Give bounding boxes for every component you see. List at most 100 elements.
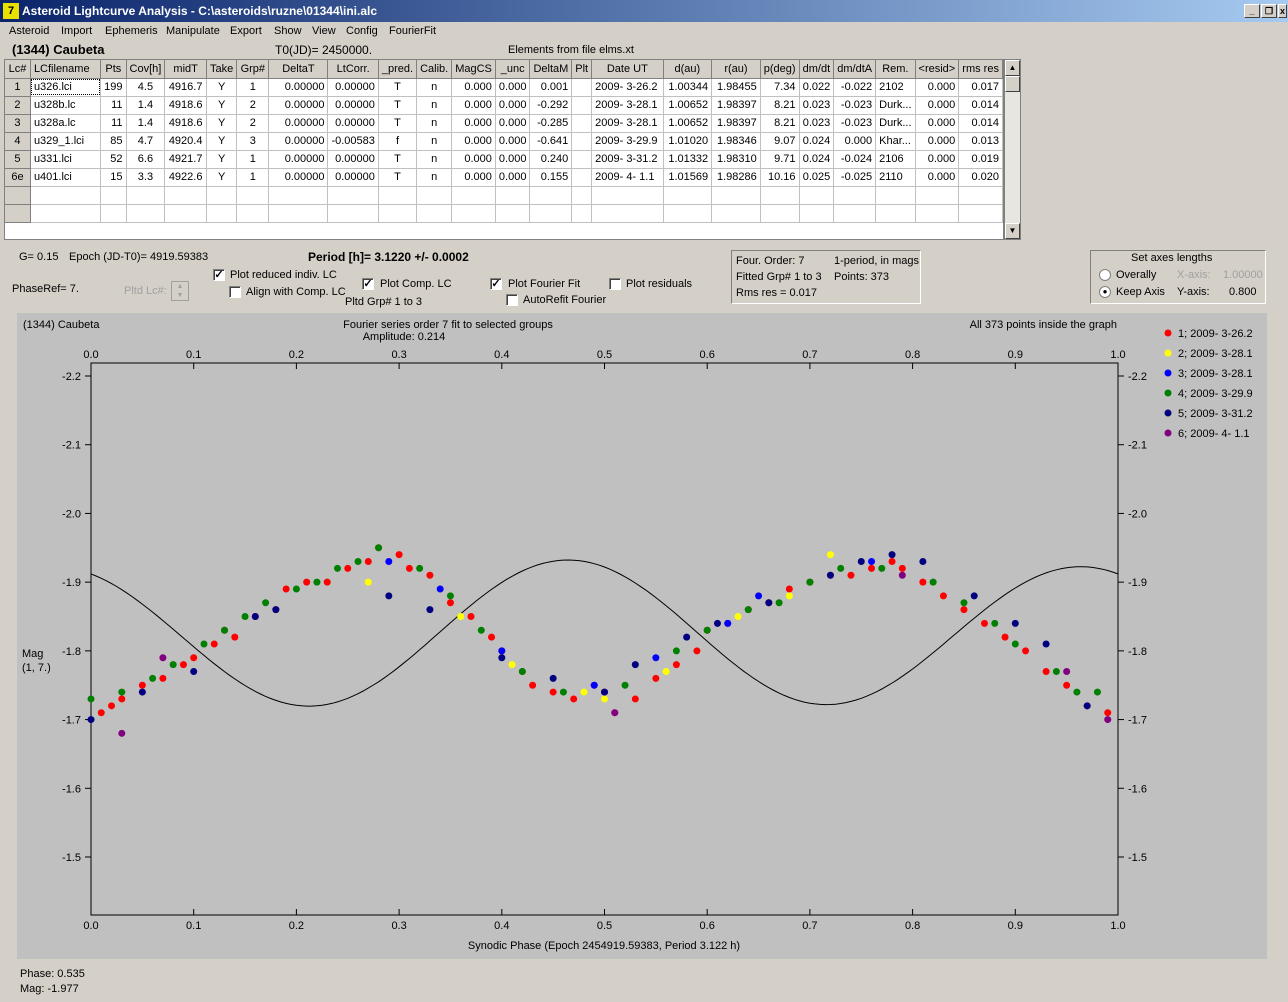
- table-cell[interactable]: 0.00000: [327, 96, 379, 115]
- table-cell[interactable]: 3.3: [126, 168, 166, 187]
- minimize-button[interactable]: _: [1244, 4, 1260, 18]
- table-cell[interactable]: T: [378, 96, 418, 115]
- table-cell[interactable]: n: [416, 150, 453, 169]
- table-row[interactable]: 2 u328b.lc 11 1.4 4918.6 Y 2 0.00000 0.00000 Tn 0.…: [5, 96, 1003, 115]
- table-cell[interactable]: Y: [206, 114, 238, 133]
- table-cell[interactable]: 0.000: [451, 132, 496, 151]
- table-cell[interactable]: 0.000: [495, 96, 531, 115]
- column-header[interactable]: _pred.: [378, 60, 418, 79]
- menu-fourierfit[interactable]: FourierFit: [389, 25, 436, 37]
- row-header[interactable]: [5, 186, 31, 205]
- table-cell[interactable]: [591, 204, 664, 223]
- table-cell[interactable]: 0.000: [495, 150, 531, 169]
- table-cell[interactable]: 1.98397: [711, 114, 761, 133]
- table-cell[interactable]: [833, 204, 877, 223]
- table-cell[interactable]: [915, 186, 960, 205]
- table-cell[interactable]: [164, 204, 207, 223]
- table-cell[interactable]: T: [378, 114, 418, 133]
- table-cell[interactable]: [100, 186, 127, 205]
- table-cell[interactable]: [958, 204, 1003, 223]
- row-header[interactable]: [5, 204, 31, 223]
- table-cell[interactable]: -0.024: [833, 150, 877, 169]
- table-cell[interactable]: 0.000: [833, 132, 877, 151]
- table-cell[interactable]: 9.71: [760, 150, 800, 169]
- table-cell[interactable]: 2009- 3-26.2: [591, 78, 664, 97]
- table-cell[interactable]: 0.000: [915, 168, 960, 187]
- column-header[interactable]: Pts: [100, 60, 127, 79]
- table-cell[interactable]: 2106: [875, 150, 916, 169]
- table-cell[interactable]: -0.00583: [327, 132, 379, 151]
- table-cell[interactable]: [663, 204, 713, 223]
- row-header[interactable]: 6e: [5, 168, 31, 187]
- column-header[interactable]: Cov[h]: [126, 60, 166, 79]
- table-cell[interactable]: [378, 204, 418, 223]
- table-cell[interactable]: 4916.7: [164, 78, 207, 97]
- scroll-up-icon[interactable]: ▲: [1005, 60, 1020, 76]
- table-cell[interactable]: 0.020: [958, 168, 1003, 187]
- autorefit-checkbox[interactable]: [506, 294, 518, 306]
- table-cell[interactable]: 0.00000: [268, 114, 329, 133]
- table-cell[interactable]: [571, 78, 593, 97]
- table-cell[interactable]: [268, 186, 329, 205]
- close-button[interactable]: x: [1278, 4, 1287, 18]
- column-header[interactable]: DeltaM: [529, 60, 573, 79]
- table-cell[interactable]: [571, 96, 593, 115]
- table-cell[interactable]: -0.023: [833, 114, 877, 133]
- table-cell[interactable]: T: [378, 150, 418, 169]
- table-cell[interactable]: 0.000: [451, 114, 496, 133]
- table-cell[interactable]: [711, 204, 761, 223]
- table-cell[interactable]: 2: [236, 96, 270, 115]
- column-header[interactable]: Rem.: [875, 60, 916, 79]
- column-header[interactable]: d(au): [663, 60, 713, 79]
- table-cell[interactable]: 3: [236, 132, 270, 151]
- column-header[interactable]: LCfilename: [30, 60, 102, 79]
- table-cell[interactable]: 0.023: [799, 96, 835, 115]
- table-cell[interactable]: 11: [100, 96, 127, 115]
- column-header[interactable]: midT: [164, 60, 207, 79]
- table-cell[interactable]: 1.01332: [663, 150, 713, 169]
- table-cell[interactable]: [591, 186, 664, 205]
- table-cell[interactable]: [451, 204, 496, 223]
- table-cell[interactable]: 1.98286: [711, 168, 761, 187]
- menu-manipulate[interactable]: Manipulate: [166, 25, 220, 37]
- column-header[interactable]: Date UT: [591, 60, 664, 79]
- table-cell[interactable]: n: [416, 78, 453, 97]
- table-cell[interactable]: 6.6: [126, 150, 166, 169]
- menu-asteroid[interactable]: Asteroid: [9, 25, 49, 37]
- menu-export[interactable]: Export: [230, 25, 262, 37]
- table-cell[interactable]: 0.240: [529, 150, 573, 169]
- table-cell[interactable]: 2: [236, 114, 270, 133]
- table-cell[interactable]: [571, 204, 593, 223]
- keep-axis-radio[interactable]: ●: [1099, 286, 1111, 298]
- table-cell[interactable]: 0.000: [451, 150, 496, 169]
- table-cell[interactable]: [206, 204, 238, 223]
- table-cell[interactable]: 1.98310: [711, 150, 761, 169]
- table-cell[interactable]: [711, 186, 761, 205]
- menu-ephemeris[interactable]: Ephemeris: [105, 25, 158, 37]
- table-cell[interactable]: 4918.6: [164, 114, 207, 133]
- table-cell[interactable]: 0.000: [451, 78, 496, 97]
- table-cell[interactable]: 2102: [875, 78, 916, 97]
- table-cell[interactable]: 0.00000: [268, 96, 329, 115]
- table-cell[interactable]: [206, 186, 238, 205]
- table-cell[interactable]: 0.013: [958, 132, 1003, 151]
- table-row[interactable]: [5, 204, 1003, 223]
- table-cell[interactable]: 0.000: [451, 168, 496, 187]
- table-cell[interactable]: [100, 204, 127, 223]
- column-header[interactable]: LtCorr.: [327, 60, 379, 79]
- table-cell[interactable]: 0.000: [915, 150, 960, 169]
- table-cell[interactable]: 1.01569: [663, 168, 713, 187]
- restore-button[interactable]: ❐: [1261, 4, 1277, 18]
- table-cell[interactable]: n: [416, 132, 453, 151]
- table-cell[interactable]: Durk...: [875, 96, 916, 115]
- table-cell[interactable]: [663, 186, 713, 205]
- table-cell[interactable]: [416, 204, 453, 223]
- table-cell[interactable]: 0.00000: [268, 132, 329, 151]
- table-cell[interactable]: [571, 168, 593, 187]
- table-cell[interactable]: 8.21: [760, 96, 800, 115]
- table-cell[interactable]: [571, 132, 593, 151]
- table-cell[interactable]: [571, 114, 593, 133]
- table-cell[interactable]: [571, 150, 593, 169]
- table-cell[interactable]: 0.000: [915, 114, 960, 133]
- table-cell[interactable]: [416, 186, 453, 205]
